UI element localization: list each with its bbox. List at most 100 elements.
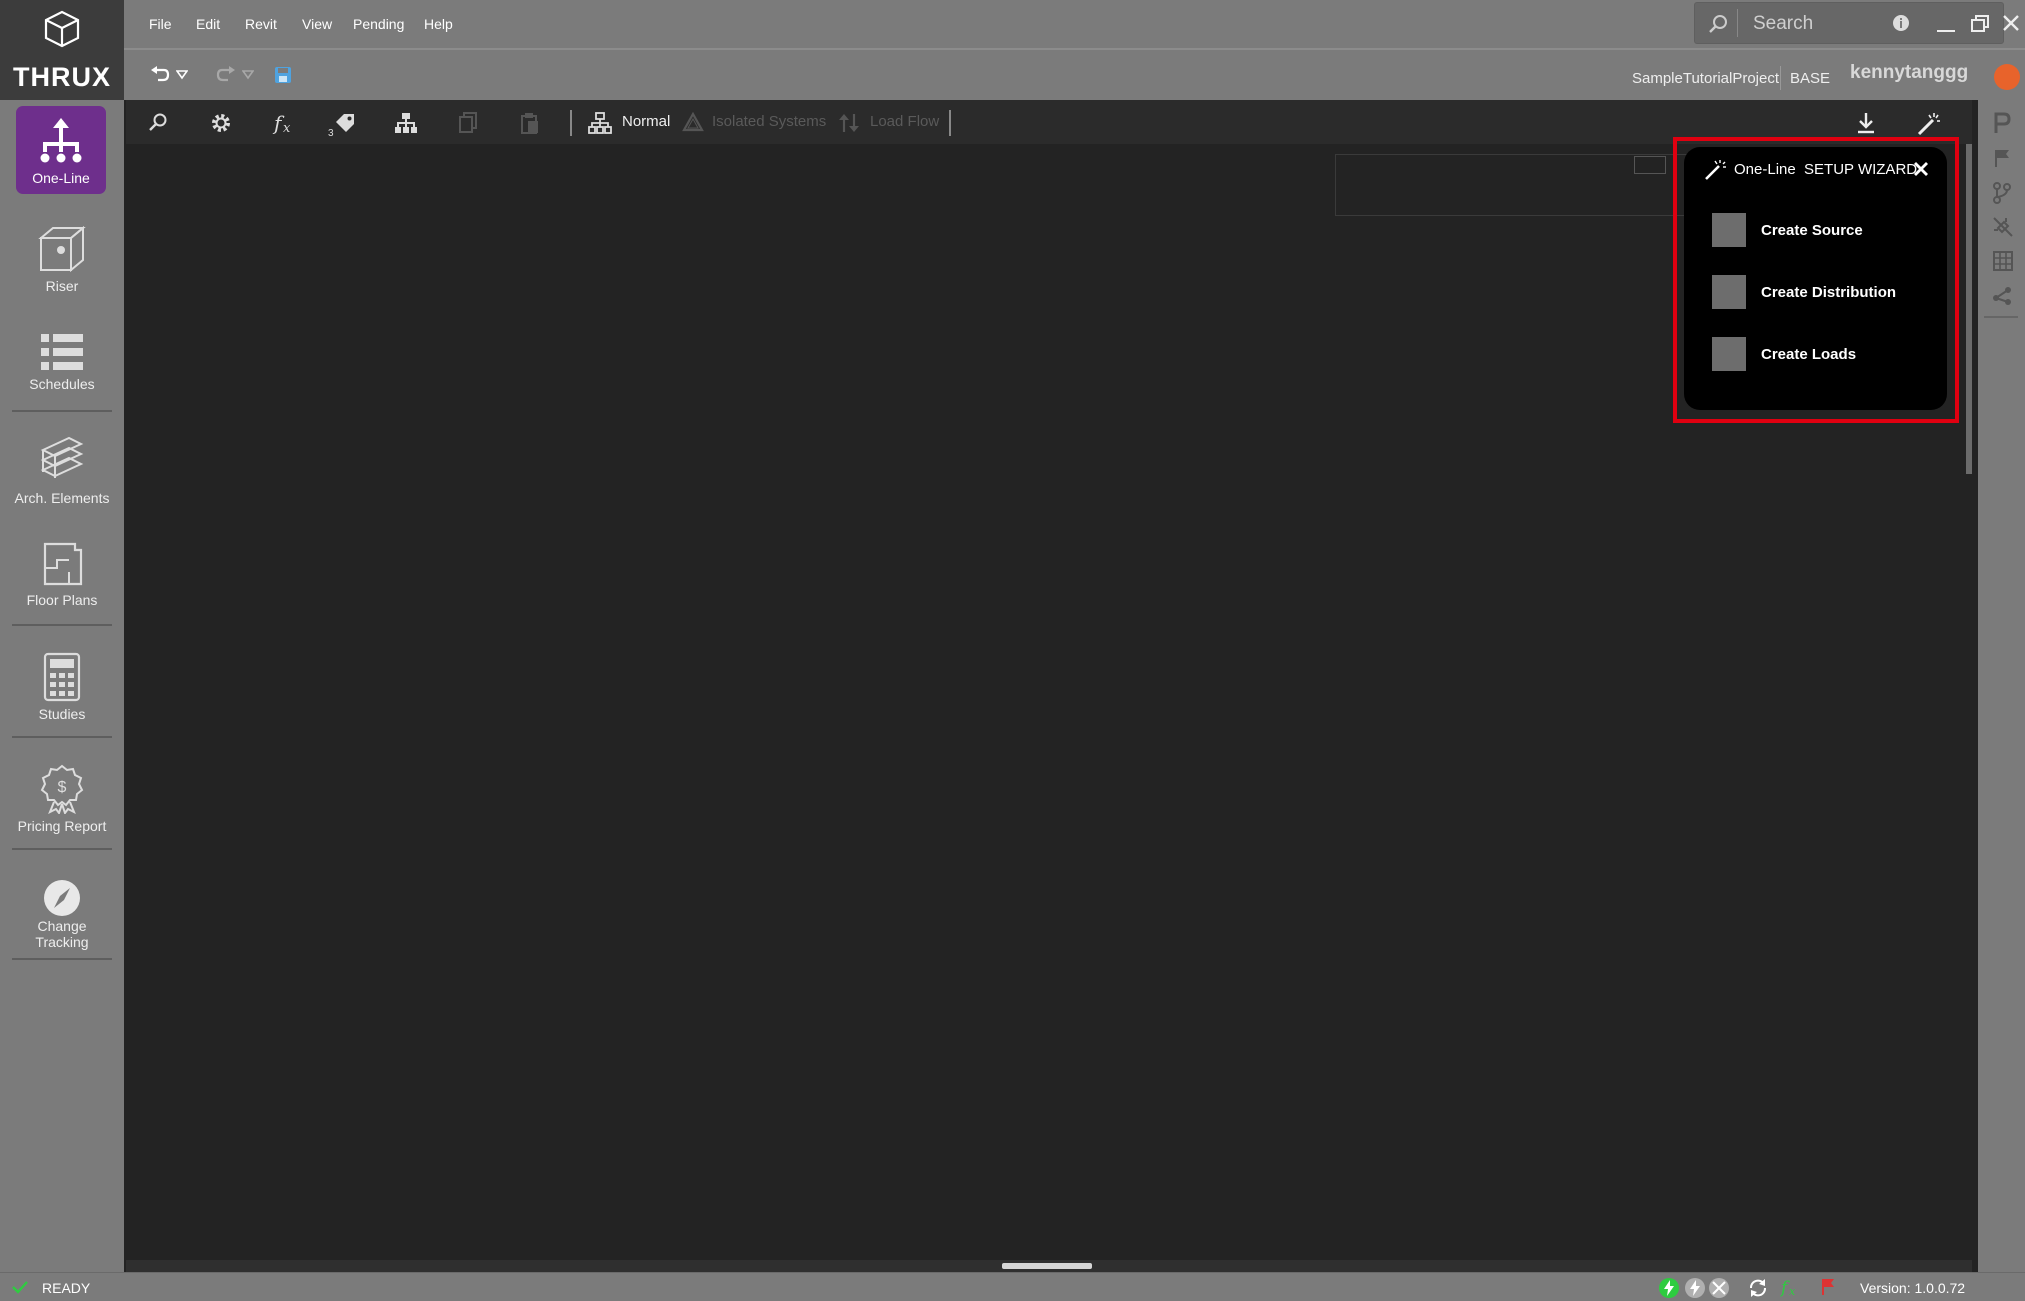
sidebar-item-arch-elements[interactable]: Arch. Elements: [0, 436, 124, 506]
save-icon[interactable]: [274, 66, 292, 84]
toolbar-divider: [949, 110, 951, 136]
status-text: READY: [42, 1280, 91, 1296]
redo-dropdown-icon[interactable]: [242, 70, 254, 80]
download-icon[interactable]: [1856, 112, 1876, 134]
flag-icon[interactable]: [1992, 148, 2012, 168]
wizard-step-create-distribution[interactable]: Create Distribution: [1712, 275, 1932, 309]
calculator-icon: [43, 652, 81, 702]
network-tree-icon: [588, 112, 612, 134]
sidebar-item-one-line[interactable]: One-Line: [16, 106, 106, 194]
menu-revit[interactable]: Revit: [245, 16, 277, 32]
wizard-wand-icon: [1705, 160, 1726, 180]
sidebar-item-studies[interactable]: Studies: [0, 652, 124, 722]
formula-icon[interactable]: f x: [272, 112, 296, 134]
sidebar-item-change-tracking[interactable]: Change Tracking: [0, 878, 124, 950]
canvas-overlay-small-box: [1634, 156, 1666, 174]
close-window-icon[interactable]: [2002, 14, 2020, 32]
menu-pending[interactable]: Pending: [353, 16, 404, 32]
svg-text:x: x: [283, 121, 291, 134]
settings-gear-icon[interactable]: [210, 112, 232, 134]
power-inactive-icon[interactable]: [1684, 1277, 1706, 1299]
toolbar-divider: [570, 110, 572, 136]
search-divider: [1737, 9, 1738, 37]
version-number: 1.0.0.72: [1914, 1280, 1966, 1296]
menu-help[interactable]: Help: [424, 16, 453, 32]
riser-cube-icon: [38, 226, 86, 273]
disabled-status-icon[interactable]: [1708, 1277, 1730, 1299]
power-status-icon[interactable]: [1658, 1277, 1680, 1299]
sidebar-divider: [12, 736, 112, 738]
svg-text:x: x: [1789, 1285, 1796, 1297]
magic-wand-icon[interactable]: [1916, 112, 1942, 136]
sidebar-item-label: Arch. Elements: [14, 490, 110, 506]
sidebar-item-label: One-Line: [32, 170, 90, 186]
wizard-step-create-source[interactable]: Create Source: [1712, 213, 1932, 247]
tag-icon[interactable]: [334, 112, 356, 134]
title-bar: File Edit Revit View Pending Help: [124, 0, 2025, 48]
undo-icon[interactable]: [150, 66, 170, 84]
menu-view[interactable]: View: [302, 16, 332, 32]
horizontal-scrollbar[interactable]: [1002, 1263, 1092, 1269]
sidebar-divider: [12, 410, 112, 412]
minimize-icon[interactable]: [1936, 14, 1956, 34]
paste-icon[interactable]: [520, 112, 540, 134]
header-divider: [1780, 66, 1781, 90]
sidebar-item-riser[interactable]: Riser: [0, 226, 124, 294]
step-checkbox[interactable]: [1712, 337, 1746, 371]
wizard-step-create-loads[interactable]: Create Loads: [1712, 337, 1932, 371]
sidebar-item-label: Change Tracking: [35, 918, 89, 950]
step-label: Create Distribution: [1761, 284, 1897, 301]
restore-icon[interactable]: [1970, 14, 1990, 34]
svg-text:$: $: [58, 779, 67, 796]
sidebar-item-label: Floor Plans: [26, 592, 98, 608]
undo-dropdown-icon[interactable]: [176, 70, 188, 80]
cube-logo-icon: [44, 10, 80, 48]
redo-icon[interactable]: [216, 66, 236, 84]
user-name[interactable]: kennytanggg: [1850, 62, 1968, 84]
checkmark-icon: [12, 1281, 28, 1294]
user-avatar[interactable]: [1994, 64, 2020, 90]
version-label: Version:: [1860, 1280, 1911, 1296]
floor-plan-icon: [43, 542, 83, 586]
step-checkbox[interactable]: [1712, 275, 1746, 309]
project-name: SampleTutorialProject: [1632, 70, 1780, 87]
compass-icon: [44, 880, 80, 916]
search-input[interactable]: [1753, 11, 1993, 37]
flag-status-icon[interactable]: [1820, 1278, 1836, 1296]
close-icon[interactable]: [1914, 162, 1928, 176]
sidebar-item-schedules[interactable]: Schedules: [0, 332, 124, 392]
sidebar-item-floor-plans[interactable]: Floor Plans: [0, 540, 124, 608]
formula-status-icon[interactable]: f x: [1780, 1277, 1800, 1297]
left-sidebar: THRUX One-Line Riser Schedules Arch. Ele…: [0, 0, 124, 1272]
info-icon[interactable]: [1892, 14, 1910, 32]
view-mode-isolated-systems[interactable]: Isolated Systems: [682, 100, 832, 144]
step-checkbox[interactable]: [1712, 213, 1746, 247]
wizard-title: One-Line SETUP WIZARD: [1734, 161, 1918, 178]
hierarchy-icon[interactable]: [394, 112, 418, 134]
schedule-list-icon: [41, 334, 83, 370]
right-rail: [1978, 100, 2025, 1272]
search-box[interactable]: [1694, 2, 2004, 44]
up-down-arrows-icon: [839, 114, 859, 132]
grid-globe-icon[interactable]: [1992, 250, 2014, 272]
vertical-scrollbar[interactable]: [1966, 144, 1972, 474]
branch-icon[interactable]: [1992, 182, 2012, 204]
dollar-badge-icon: $: [40, 764, 84, 814]
sync-icon[interactable]: [1748, 1278, 1768, 1298]
properties-p-icon[interactable]: [1992, 112, 2012, 134]
step-label: Create Loads: [1761, 346, 1857, 363]
tag-count: 3: [328, 128, 334, 139]
command-bar: SampleTutorialProject BASE kennytanggg: [124, 48, 2025, 100]
copy-icon[interactable]: [458, 112, 478, 134]
menu-edit[interactable]: Edit: [196, 16, 220, 32]
sidebar-item-pricing-report[interactable]: $ Pricing Report: [0, 764, 124, 834]
find-icon[interactable]: [148, 112, 168, 132]
layers-stack-icon: [40, 436, 84, 478]
disconnect-icon[interactable]: [1992, 216, 2014, 238]
sidebar-item-label: Riser: [45, 278, 79, 294]
rail-divider: [1984, 316, 2018, 318]
share-network-icon[interactable]: [1992, 286, 2012, 306]
view-mode-load-flow[interactable]: Load Flow: [838, 100, 948, 144]
sidebar-divider: [12, 958, 112, 960]
menu-file[interactable]: File: [149, 16, 172, 32]
